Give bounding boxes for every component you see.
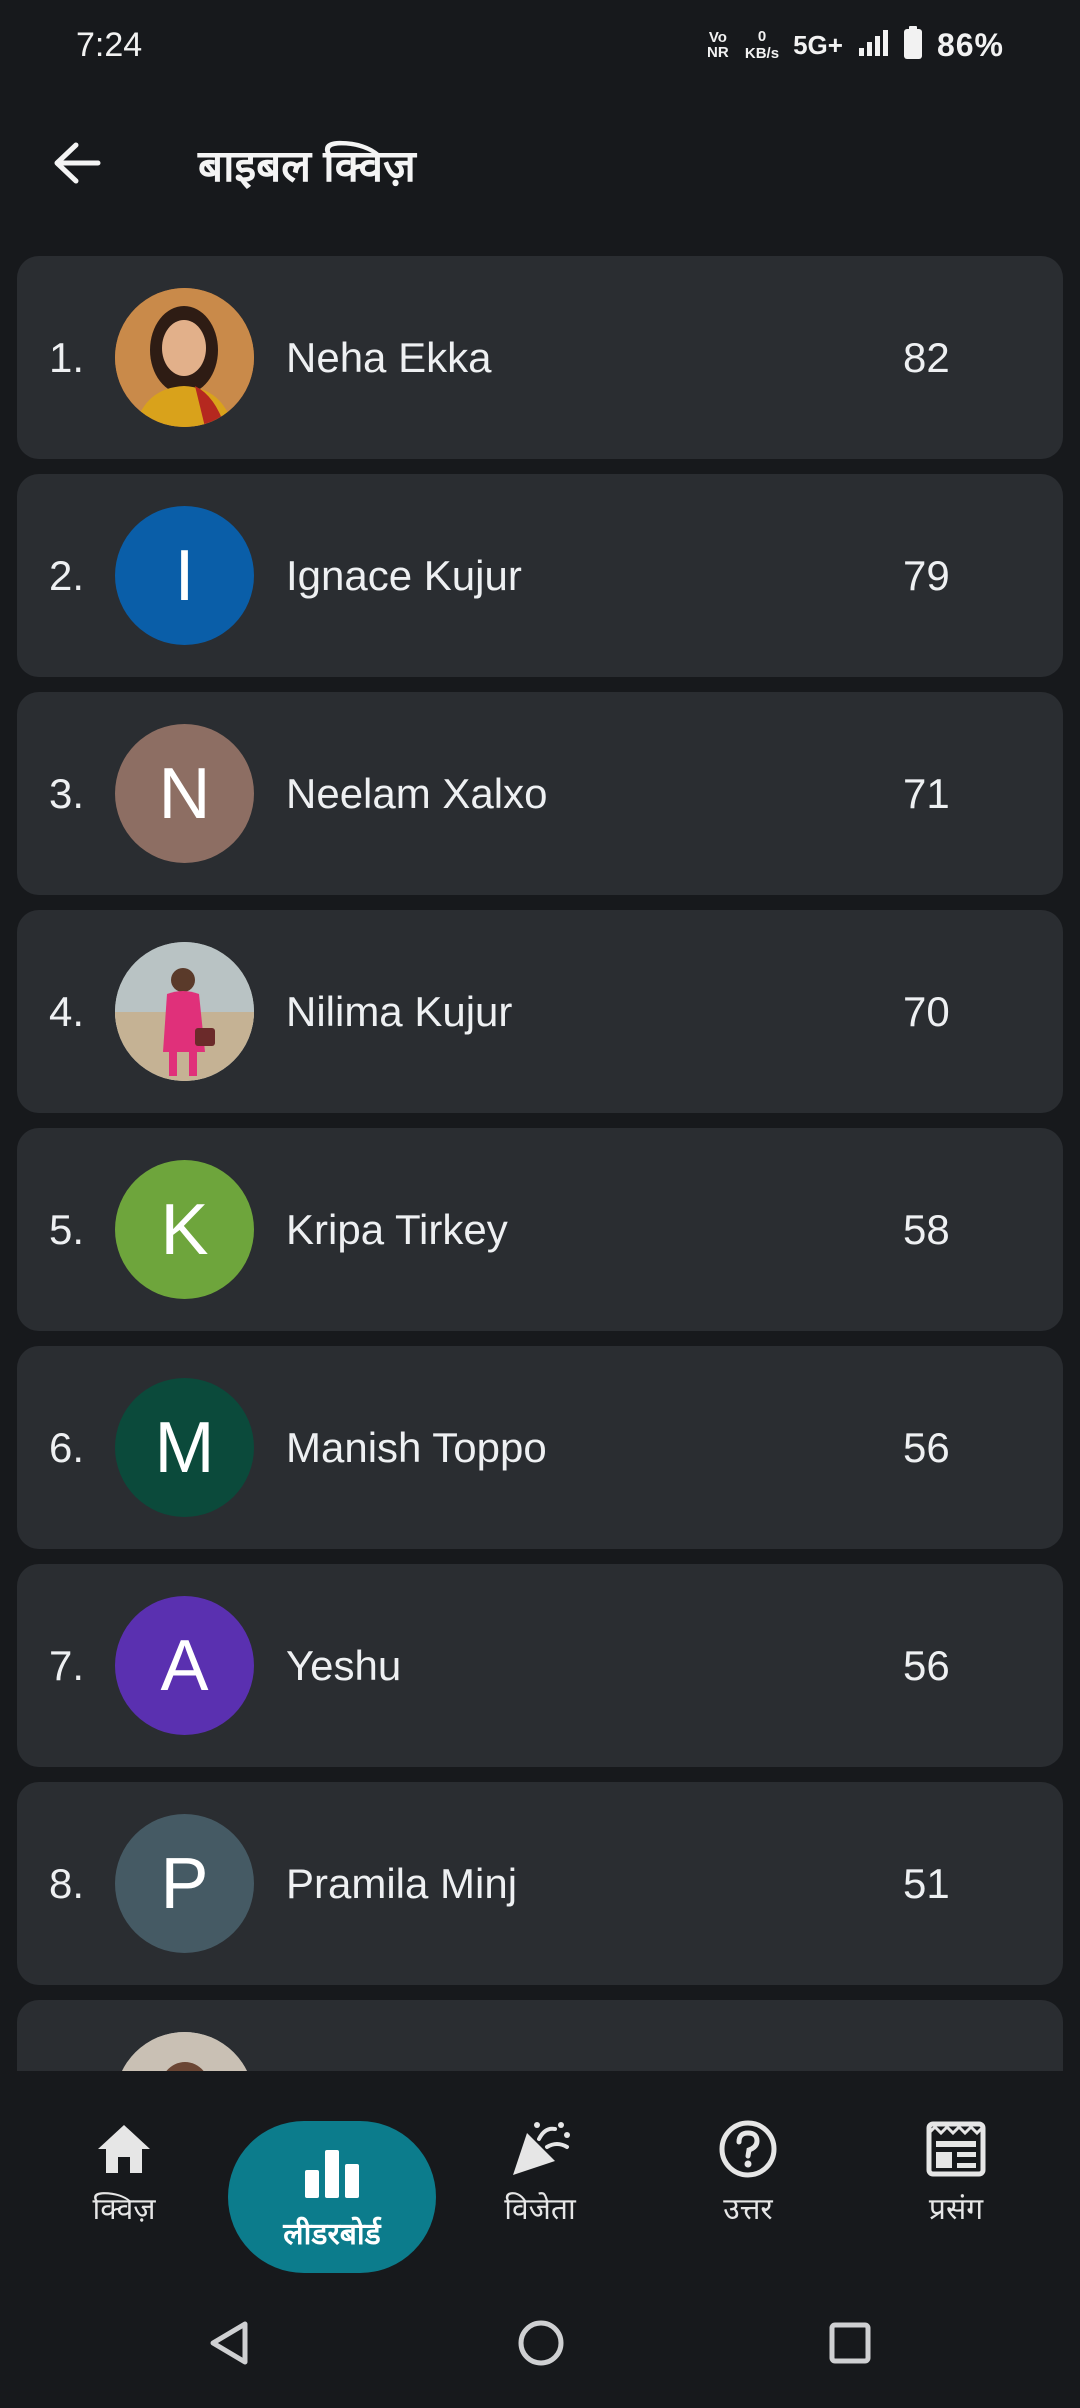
vonr-indicator: Vo NR bbox=[707, 29, 729, 61]
network-type: 5G+ bbox=[793, 29, 843, 60]
nav-item-quiz[interactable]: क्विज़ bbox=[24, 2072, 224, 2272]
rank-number: 2. bbox=[49, 551, 85, 599]
triangle-back-icon bbox=[207, 2320, 251, 2371]
avatar-photo bbox=[115, 942, 254, 1081]
page-title: बाइबल क्विज़ bbox=[198, 142, 416, 191]
app-bar: बाइबल क्विज़ bbox=[0, 110, 1080, 220]
battery-icon bbox=[903, 25, 923, 65]
circle-home-icon bbox=[517, 2319, 565, 2372]
avatar-photo bbox=[115, 2032, 254, 2071]
status-time: 7:24 bbox=[76, 25, 143, 64]
nav-label: लीडरबोर्ड bbox=[283, 2217, 381, 2251]
status-bar: 7:24 Vo NR 0 KB/s 5G+ 86% bbox=[0, 0, 1080, 90]
nav-label: विजेता bbox=[504, 2192, 576, 2226]
player-name: Yeshu bbox=[286, 1641, 402, 1689]
player-score: 56 bbox=[903, 1641, 950, 1689]
leaderboard-row[interactable]: 4. Nilima Kujur 70 bbox=[17, 910, 1063, 1113]
player-name: Pramila Minj bbox=[286, 1859, 518, 1907]
system-home-button[interactable] bbox=[506, 2310, 576, 2380]
help-icon bbox=[716, 2117, 780, 2181]
nav-item-winners[interactable]: विजेता bbox=[440, 2072, 640, 2272]
rank-number: 8. bbox=[49, 1859, 85, 1907]
nav-label: प्रसंग bbox=[928, 2192, 984, 2226]
battery-percent: 86% bbox=[936, 26, 1004, 63]
home-icon bbox=[92, 2117, 156, 2181]
player-name: Kripa Tirkey bbox=[286, 1205, 508, 1253]
signal-icon bbox=[857, 28, 889, 63]
system-navigation-bar bbox=[0, 2290, 1080, 2408]
arrow-left-icon bbox=[52, 141, 102, 190]
avatar-letter: M bbox=[115, 1378, 254, 1517]
system-recents-button[interactable] bbox=[815, 2310, 885, 2380]
player-score: 58 bbox=[903, 1205, 950, 1253]
network-speed: 0 KB/s bbox=[745, 28, 779, 62]
leaderboard-row[interactable]: 7. A Yeshu 56 bbox=[17, 1564, 1063, 1767]
newspaper-icon bbox=[924, 2117, 988, 2181]
rank-number: 7. bbox=[49, 1641, 85, 1689]
player-score: 56 bbox=[903, 1423, 950, 1471]
leaderboard-row[interactable]: 1. Neha Ekka 82 bbox=[17, 256, 1063, 459]
rank-number: 4. bbox=[49, 987, 85, 1035]
leaderboard-row[interactable]: 6. M Manish Toppo 56 bbox=[17, 1346, 1063, 1549]
player-score: 71 bbox=[903, 769, 950, 817]
nav-item-answers[interactable]: उत्तर bbox=[648, 2072, 848, 2272]
leaderboard-row[interactable]: 8. P Pramila Minj 51 bbox=[17, 1782, 1063, 1985]
leaderboard-row[interactable]: 2. I Ignace Kujur 79 bbox=[17, 474, 1063, 677]
nav-item-leaderboard[interactable]: लीडरबोर्ड bbox=[228, 2121, 436, 2273]
avatar-letter: P bbox=[115, 1814, 254, 1953]
nav-label: क्विज़ bbox=[92, 2192, 156, 2226]
player-name: Neha Ekka bbox=[286, 333, 492, 381]
nav-label: उत्तर bbox=[723, 2192, 773, 2226]
player-score: 51 bbox=[903, 1859, 950, 1907]
avatar-letter: I bbox=[115, 506, 254, 645]
network-speed-unit: KB/s bbox=[744, 45, 780, 62]
player-name: Manish Toppo bbox=[286, 1423, 547, 1471]
celebration-icon bbox=[508, 2117, 572, 2181]
player-name: Neelam Xalxo bbox=[286, 769, 548, 817]
system-back-button[interactable] bbox=[194, 2310, 264, 2380]
avatar-letter: K bbox=[115, 1160, 254, 1299]
avatar-letter: A bbox=[115, 1596, 254, 1735]
rank-number: 6. bbox=[49, 1423, 85, 1471]
player-score: 70 bbox=[903, 987, 950, 1035]
back-button[interactable] bbox=[42, 130, 112, 200]
leaderboard-list[interactable]: 1. Neha Ekka 82 2. I Ignace Kujur 79 3. … bbox=[17, 256, 1063, 2071]
rank-number: 5. bbox=[49, 1205, 85, 1253]
bottom-navigation: क्विज़ लीडरबोर्ड विजेता उत्तर प्रसंग bbox=[0, 2072, 1080, 2273]
leaderboard-row-partial[interactable] bbox=[17, 2000, 1063, 2071]
status-icons: Vo NR 0 KB/s 5G+ 86% bbox=[705, 25, 1004, 65]
rank-number: 3. bbox=[49, 769, 85, 817]
leaderboard-icon bbox=[300, 2142, 364, 2206]
leaderboard-row[interactable]: 5. K Kripa Tirkey 58 bbox=[17, 1128, 1063, 1331]
player-score: 79 bbox=[903, 551, 950, 599]
rank-number: 1. bbox=[49, 333, 85, 381]
player-name: Ignace Kujur bbox=[286, 551, 522, 599]
nav-item-context[interactable]: प्रसंग bbox=[856, 2072, 1056, 2272]
avatar-letter: N bbox=[115, 724, 254, 863]
player-score: 82 bbox=[903, 333, 950, 381]
leaderboard-row[interactable]: 3. N Neelam Xalxo 71 bbox=[17, 692, 1063, 895]
network-speed-value: 0 bbox=[757, 28, 767, 45]
avatar-photo bbox=[115, 288, 254, 427]
square-recents-icon bbox=[828, 2321, 872, 2370]
player-name: Nilima Kujur bbox=[286, 987, 513, 1035]
